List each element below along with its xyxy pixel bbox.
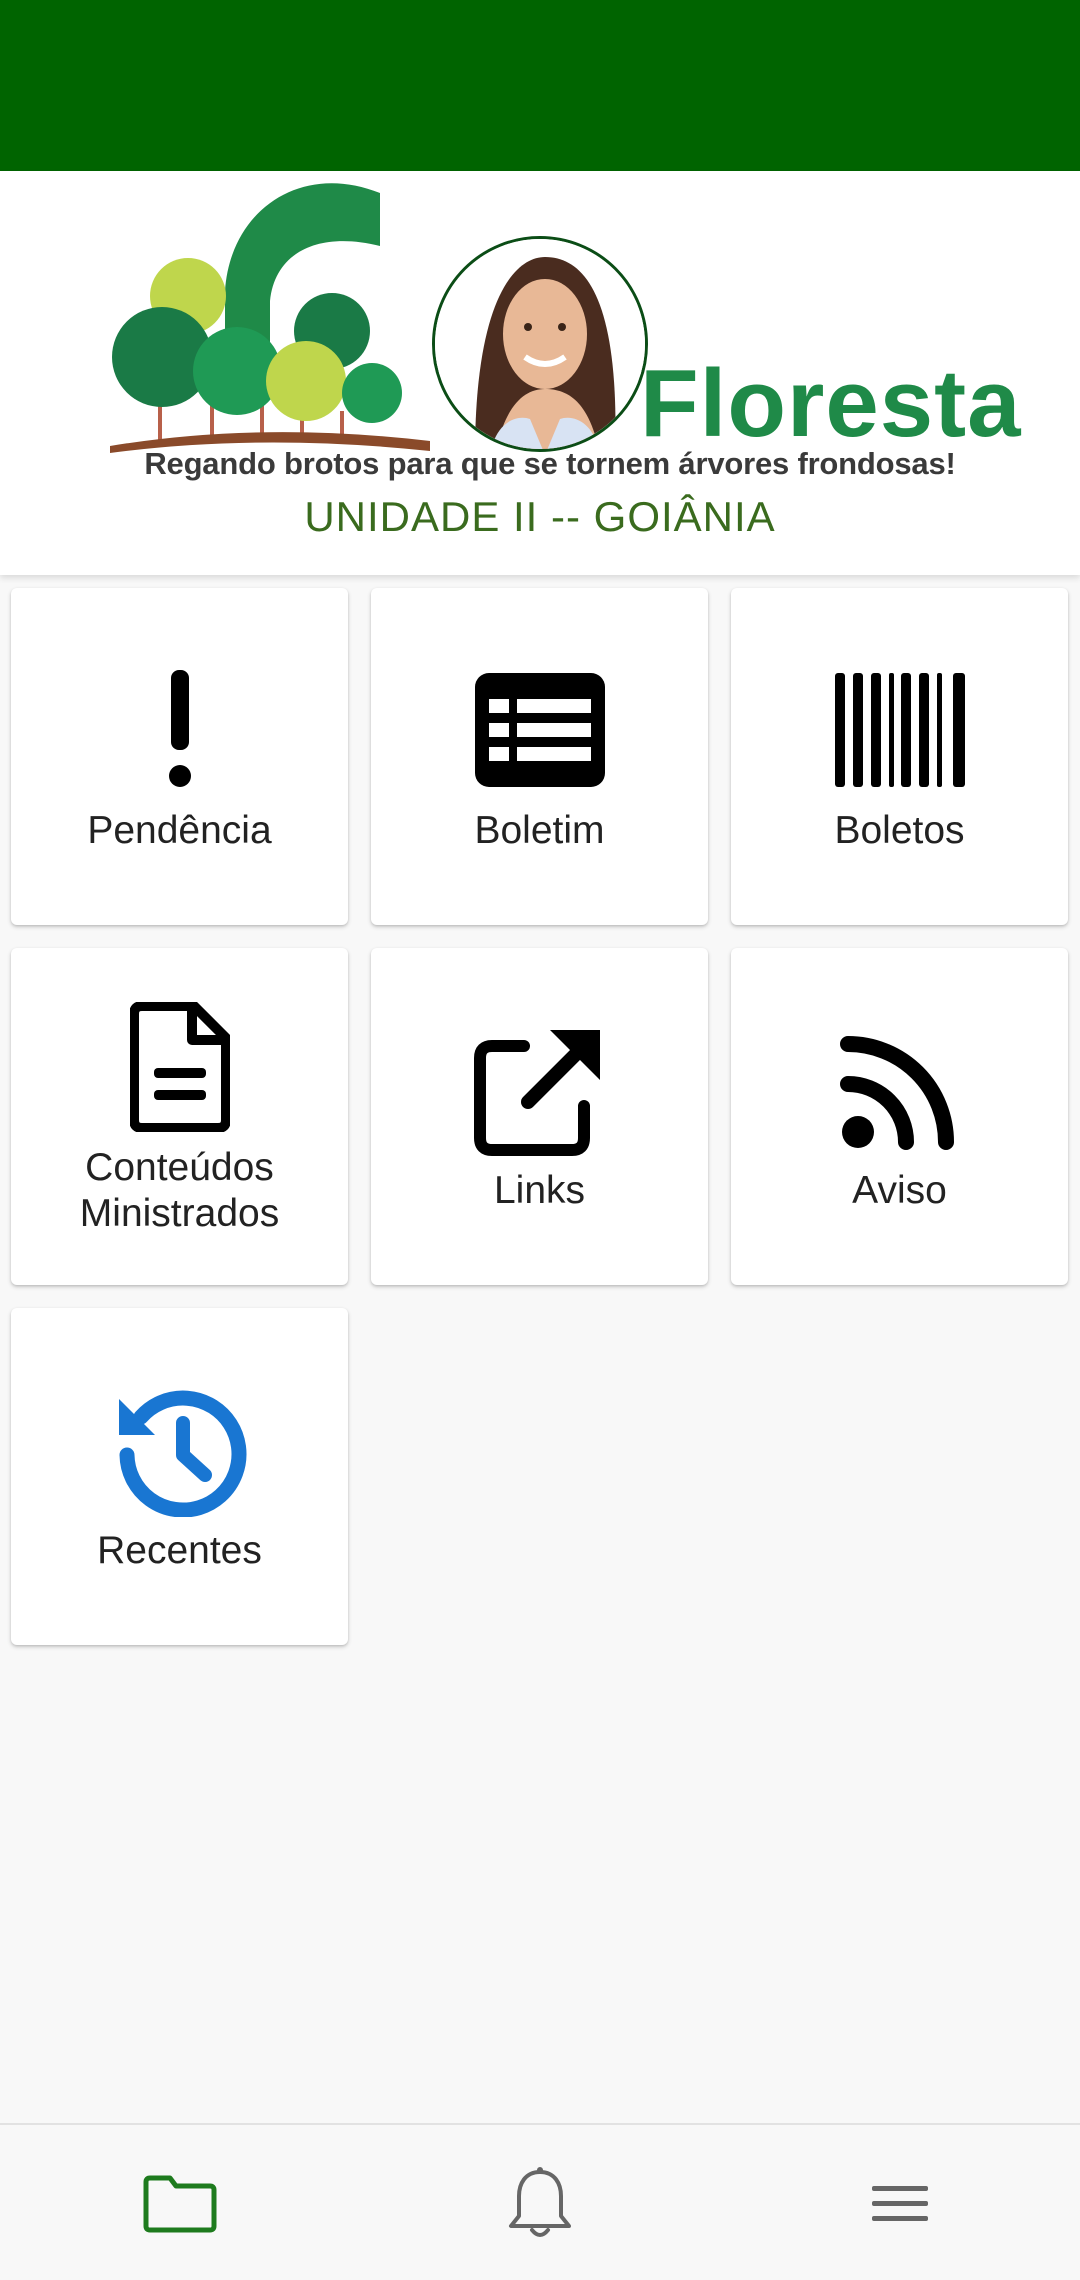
tile-label: Pendência	[87, 808, 272, 852]
tile-label: Boletos	[834, 808, 965, 852]
tile-label: Boletim	[474, 808, 605, 852]
nav-folder[interactable]	[0, 2125, 360, 2280]
logo-unit-name: UNIDADE II -- GOIÂNIA	[304, 493, 776, 540]
tile-recentes[interactable]: Recentes	[11, 1308, 348, 1645]
tile-label: Links	[493, 1168, 586, 1212]
user-avatar[interactable]	[432, 236, 648, 452]
tile-label: Conteúdos Ministrados	[79, 1145, 280, 1235]
history-icon	[113, 1380, 247, 1520]
barcode-icon	[834, 660, 965, 800]
bottom-navigation	[0, 2123, 1080, 2280]
folder-icon	[143, 2175, 217, 2232]
nav-notifications[interactable]	[360, 2125, 720, 2280]
exclamation-icon	[165, 660, 195, 800]
external-link-icon	[473, 1020, 606, 1160]
tile-aviso[interactable]: Aviso	[731, 948, 1068, 1285]
nav-menu[interactable]	[720, 2125, 1080, 2280]
rss-icon	[839, 1020, 960, 1160]
tile-label: Recentes	[97, 1528, 262, 1572]
tile-links[interactable]: Links	[371, 948, 708, 1285]
tile-pendencia[interactable]: Pendência	[11, 588, 348, 925]
document-icon	[129, 997, 230, 1137]
logo-wordmark: Floresta	[640, 350, 1022, 457]
menu-icon	[872, 2185, 928, 2221]
tile-boletim[interactable]: Boletim	[371, 588, 708, 925]
tile-conteudos-ministrados[interactable]: Conteúdos Ministrados	[11, 948, 348, 1285]
list-table-icon	[474, 660, 605, 800]
status-bar	[0, 0, 1080, 171]
tile-boletos[interactable]: Boletos	[731, 588, 1068, 925]
avatar-photo	[435, 239, 645, 449]
tile-label: Aviso	[852, 1168, 947, 1212]
bell-icon	[509, 2166, 571, 2237]
